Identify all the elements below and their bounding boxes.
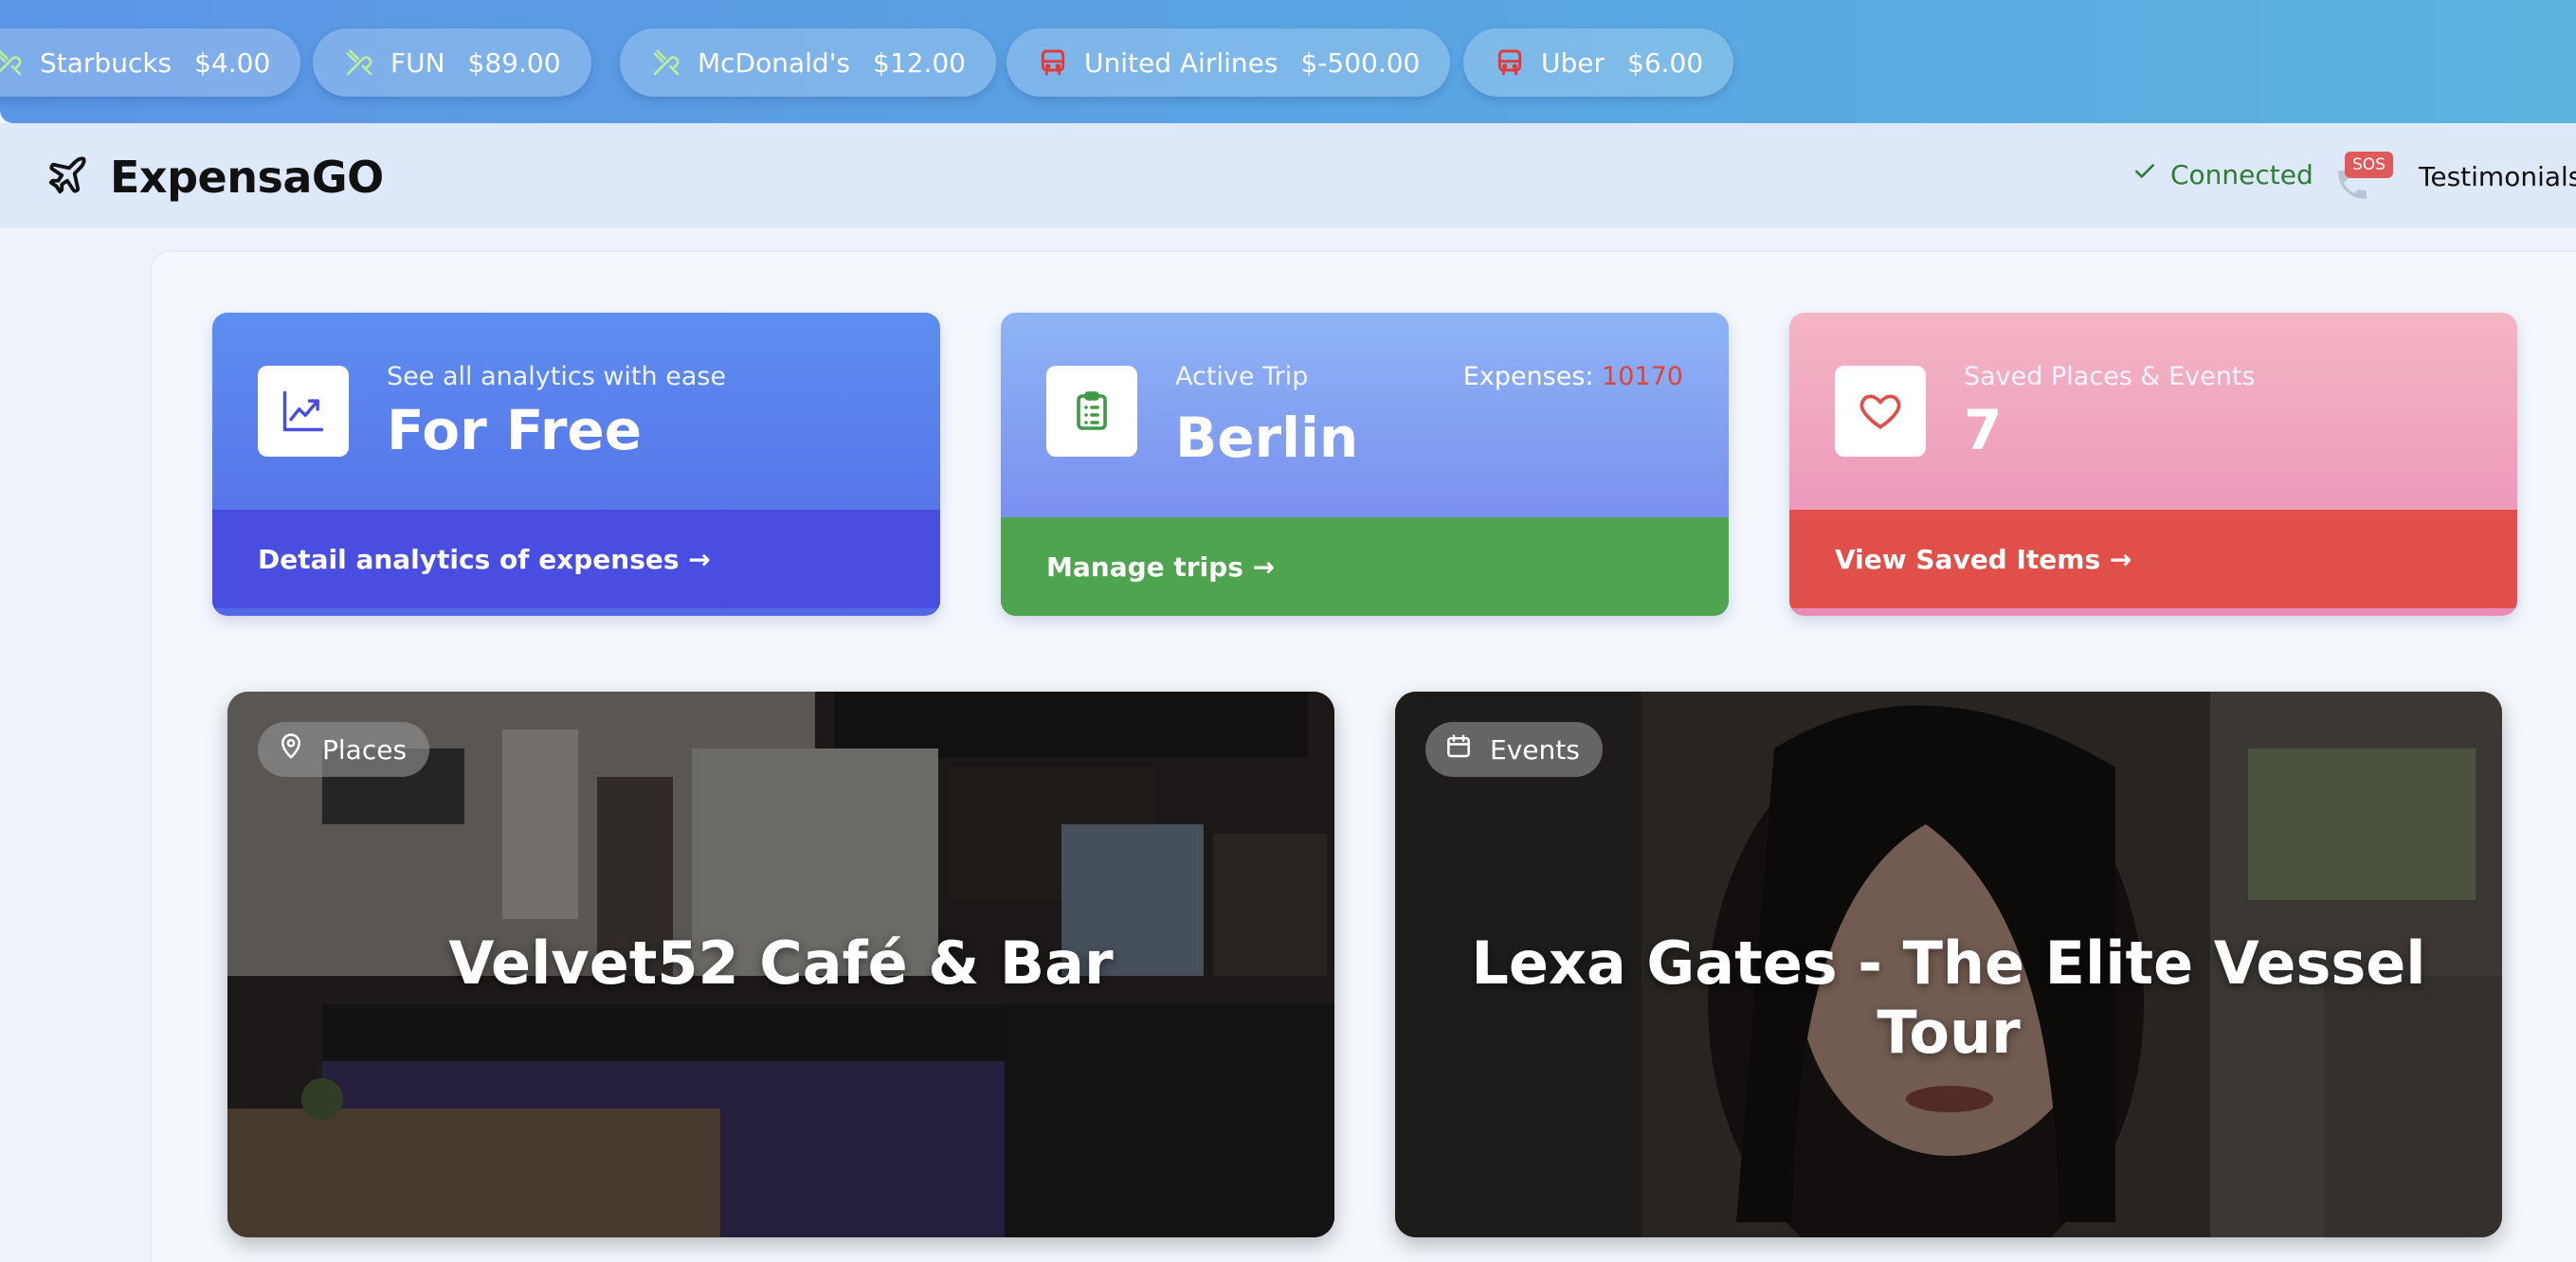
active-trip-card: Active Trip Berlin Expenses: 10170 Manag… (1001, 313, 1729, 616)
expenses-value: 10170 (1602, 362, 1683, 391)
sos-button[interactable]: SOS (2333, 152, 2393, 207)
ticker-merchant: FUN (390, 46, 445, 79)
analytics-card-body: See all analytics with ease For Free (212, 313, 940, 510)
ticker-merchant: Starbucks (40, 46, 172, 79)
saved-card-body: Saved Places & Events 7 (1789, 313, 2517, 510)
events-tag: Events (1425, 722, 1603, 777)
place-title: Velvet52 Café & Bar (448, 928, 1114, 998)
featured-place-tile[interactable]: Places Velvet52 Café & Bar (227, 692, 1334, 1237)
bus-icon (1037, 46, 1069, 79)
view-saved-link[interactable]: View Saved Items → (1789, 510, 2517, 608)
analytics-card: See all analytics with ease For Free Det… (212, 313, 940, 616)
chart-line-icon (258, 366, 349, 457)
ticker-item[interactable]: Starbucks $4.00 (0, 28, 301, 97)
ticker-merchant: McDonald's (698, 46, 850, 79)
connection-status: Connected (2132, 159, 2313, 190)
analytics-kicker: See all analytics with ease (387, 362, 727, 391)
utensils-icon (650, 46, 682, 79)
event-title: Lexa Gates - The Elite Vessel Tour (1471, 928, 2426, 1067)
map-pin-icon (277, 732, 305, 767)
sos-badge: SOS (2345, 152, 2393, 178)
places-tag-label: Places (322, 733, 408, 766)
utensils-icon (0, 46, 25, 79)
ticker-merchant: United Airlines (1084, 46, 1279, 79)
saved-kicker: Saved Places & Events (1964, 362, 2256, 391)
clipboard-icon (1046, 366, 1137, 457)
ticker-amount: $89.00 (467, 46, 561, 79)
brand-name: ExpensaGO (110, 152, 384, 203)
saved-count: 7 (1964, 398, 2003, 462)
testimonials-link[interactable]: Testimonials (2419, 161, 2576, 192)
status-text: Connected (2170, 159, 2313, 190)
trip-city: Berlin (1175, 406, 1359, 470)
manage-trips-link[interactable]: Manage trips → (1001, 517, 1729, 616)
expense-ticker: Starbucks $4.00 FUN $89.00 McDonald's $1… (0, 0, 2576, 123)
ticker-item[interactable]: United Airlines $-500.00 (1007, 28, 1451, 97)
active-trip-card-body: Active Trip Berlin Expenses: 10170 (1001, 313, 1729, 517)
ticker-amount: $4.00 (194, 46, 271, 79)
utensils-icon (343, 46, 375, 79)
trip-kicker: Active Trip (1175, 362, 1309, 391)
plane-icon (45, 153, 89, 201)
ticker-amount: $12.00 (873, 46, 966, 79)
top-navbar: ExpensaGO Connected SOS Testimonials (0, 123, 2576, 227)
analytics-value: For Free (387, 398, 643, 462)
trip-expenses: Expenses: 10170 (1463, 362, 1683, 391)
expenses-label: Expenses: (1462, 362, 1603, 391)
events-tag-label: Events (1490, 733, 1580, 766)
ticker-amount: $6.00 (1627, 46, 1704, 79)
ticker-merchant: Uber (1541, 46, 1605, 79)
heart-icon (1835, 366, 1926, 457)
analytics-link[interactable]: Detail analytics of expenses → (212, 510, 940, 608)
ticker-item[interactable]: FUN $89.00 (313, 28, 591, 97)
bus-icon (1494, 46, 1526, 79)
calendar-icon (1444, 732, 1473, 767)
check-icon (2132, 159, 2157, 190)
brand-logo[interactable]: ExpensaGO (45, 152, 384, 203)
places-tag: Places (258, 722, 430, 777)
ticker-item[interactable]: McDonald's $12.00 (620, 28, 996, 97)
saved-items-card: Saved Places & Events 7 View Saved Items… (1789, 313, 2517, 616)
ticker-item[interactable]: Uber $6.00 (1463, 28, 1734, 97)
featured-event-tile[interactable]: Events Lexa Gates - The Elite Vessel Tou… (1395, 692, 2502, 1237)
ticker-amount: $-500.00 (1300, 46, 1421, 79)
